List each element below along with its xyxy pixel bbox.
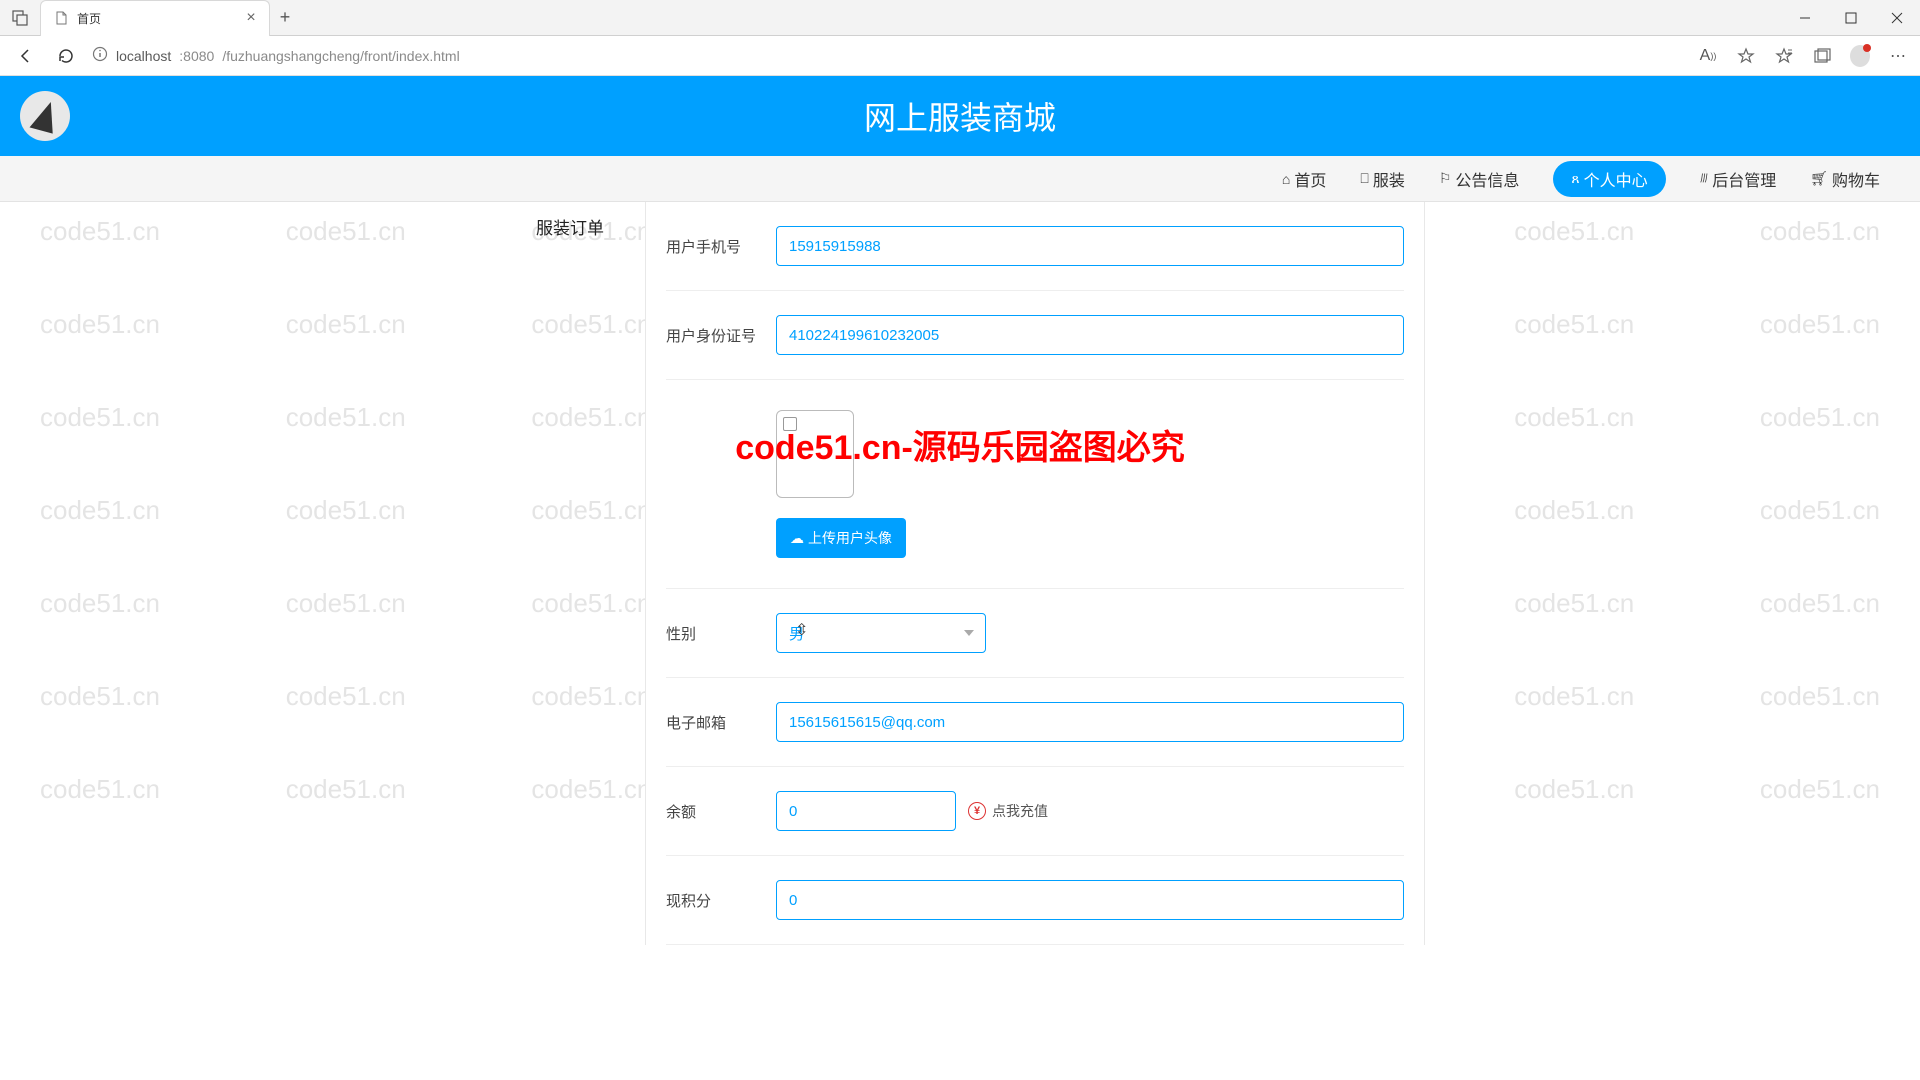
page-icon xyxy=(53,10,69,26)
new-tab-button[interactable]: + xyxy=(270,7,300,28)
back-button[interactable] xyxy=(12,42,40,70)
nav-clothes[interactable]: ⎕服装 xyxy=(1360,167,1404,191)
nav-admin[interactable]: 𐤛后台管理 xyxy=(1700,167,1777,191)
nav-notice[interactable]: ⚐公告信息 xyxy=(1439,167,1520,191)
balance-label: 余额 xyxy=(666,801,776,822)
tab-close-icon[interactable]: × xyxy=(243,10,259,26)
gender-select[interactable] xyxy=(776,613,986,653)
tab-title: 首页 xyxy=(77,10,235,27)
url-field[interactable]: localhost :8080/fuzhuangshangcheng/front/… xyxy=(92,46,1686,65)
url-path: /fuzhuangshangcheng/front/index.html xyxy=(222,48,459,64)
image-placeholder-icon xyxy=(783,417,797,431)
recharge-link[interactable]: ¥ 点我充值 xyxy=(968,801,1048,821)
window-maximize-icon[interactable] xyxy=(1828,0,1874,36)
home-icon: ⌂ xyxy=(1282,171,1290,187)
nav-home[interactable]: ⌂首页 xyxy=(1282,167,1326,191)
row-phone: 用户手机号 xyxy=(666,202,1404,291)
row-gender: 性别 xyxy=(666,589,1404,678)
row-idcard: 用户身份证号 xyxy=(666,291,1404,380)
tab-actions-icon[interactable] xyxy=(0,10,40,26)
sidebar-item-orders[interactable]: 服装订单 xyxy=(495,208,645,245)
user-icon: ጸ xyxy=(1571,170,1579,187)
nav-cart[interactable]: 🛒︎购物车 xyxy=(1810,167,1880,191)
browser-tab[interactable]: 首页 × xyxy=(40,0,270,36)
window-close-icon[interactable] xyxy=(1874,0,1920,36)
url-host: localhost xyxy=(116,48,171,64)
collections-icon[interactable] xyxy=(1812,46,1832,66)
phone-input[interactable] xyxy=(776,226,1404,266)
profile-form-panel: 用户手机号 用户身份证号 ☁ 上传用户头像 性别 电子邮箱 xyxy=(645,202,1425,945)
phone-label: 用户手机号 xyxy=(666,236,776,257)
avatar-preview xyxy=(776,410,854,498)
more-menu-icon[interactable]: ⋯ xyxy=(1888,46,1908,66)
refresh-button[interactable] xyxy=(52,42,80,70)
row-points: 现积分 xyxy=(666,856,1404,945)
row-avatar: ☁ 上传用户头像 xyxy=(666,380,1404,589)
idcard-label: 用户身份证号 xyxy=(666,325,776,346)
url-port: :8080 xyxy=(179,48,214,64)
site-banner: 网上服装商城 xyxy=(0,76,1920,156)
idcard-input[interactable] xyxy=(776,315,1404,355)
points-input[interactable] xyxy=(776,880,1404,920)
site-logo[interactable] xyxy=(20,91,70,141)
nav-profile[interactable]: ጸ个人中心 xyxy=(1553,161,1665,197)
clothes-icon: ⎕ xyxy=(1360,170,1368,187)
browser-address-bar: localhost :8080/fuzhuangshangcheng/front/… xyxy=(0,36,1920,76)
upload-avatar-button[interactable]: ☁ 上传用户头像 xyxy=(776,518,906,558)
cloud-upload-icon: ☁ xyxy=(790,530,804,547)
site-title: 网上服装商城 xyxy=(864,93,1056,139)
info-icon xyxy=(92,46,108,65)
email-input[interactable] xyxy=(776,702,1404,742)
favorite-star-icon[interactable] xyxy=(1736,46,1756,66)
gender-label: 性别 xyxy=(666,623,776,644)
flag-icon: ⚐ xyxy=(1439,170,1452,187)
points-label: 现积分 xyxy=(666,890,776,911)
cart-icon: 🛒︎ xyxy=(1810,170,1828,187)
favorites-list-icon[interactable] xyxy=(1774,46,1794,66)
email-label: 电子邮箱 xyxy=(666,712,776,733)
read-aloud-icon[interactable]: A)) xyxy=(1698,46,1718,66)
window-minimize-icon[interactable] xyxy=(1782,0,1828,36)
sidebar: 服装订单 xyxy=(495,202,645,945)
main-nav: ⌂首页 ⎕服装 ⚐公告信息 ጸ个人中心 𐤛后台管理 🛒︎购物车 xyxy=(0,156,1920,202)
balance-input[interactable] xyxy=(776,791,956,831)
row-email: 电子邮箱 xyxy=(666,678,1404,767)
browser-tab-bar: 首页 × + xyxy=(0,0,1920,36)
row-balance: 余额 ¥ 点我充值 xyxy=(666,767,1404,856)
profile-avatar-icon[interactable] xyxy=(1850,46,1870,66)
link-icon: 𐤛 xyxy=(1700,170,1709,187)
yen-icon: ¥ xyxy=(968,802,986,820)
